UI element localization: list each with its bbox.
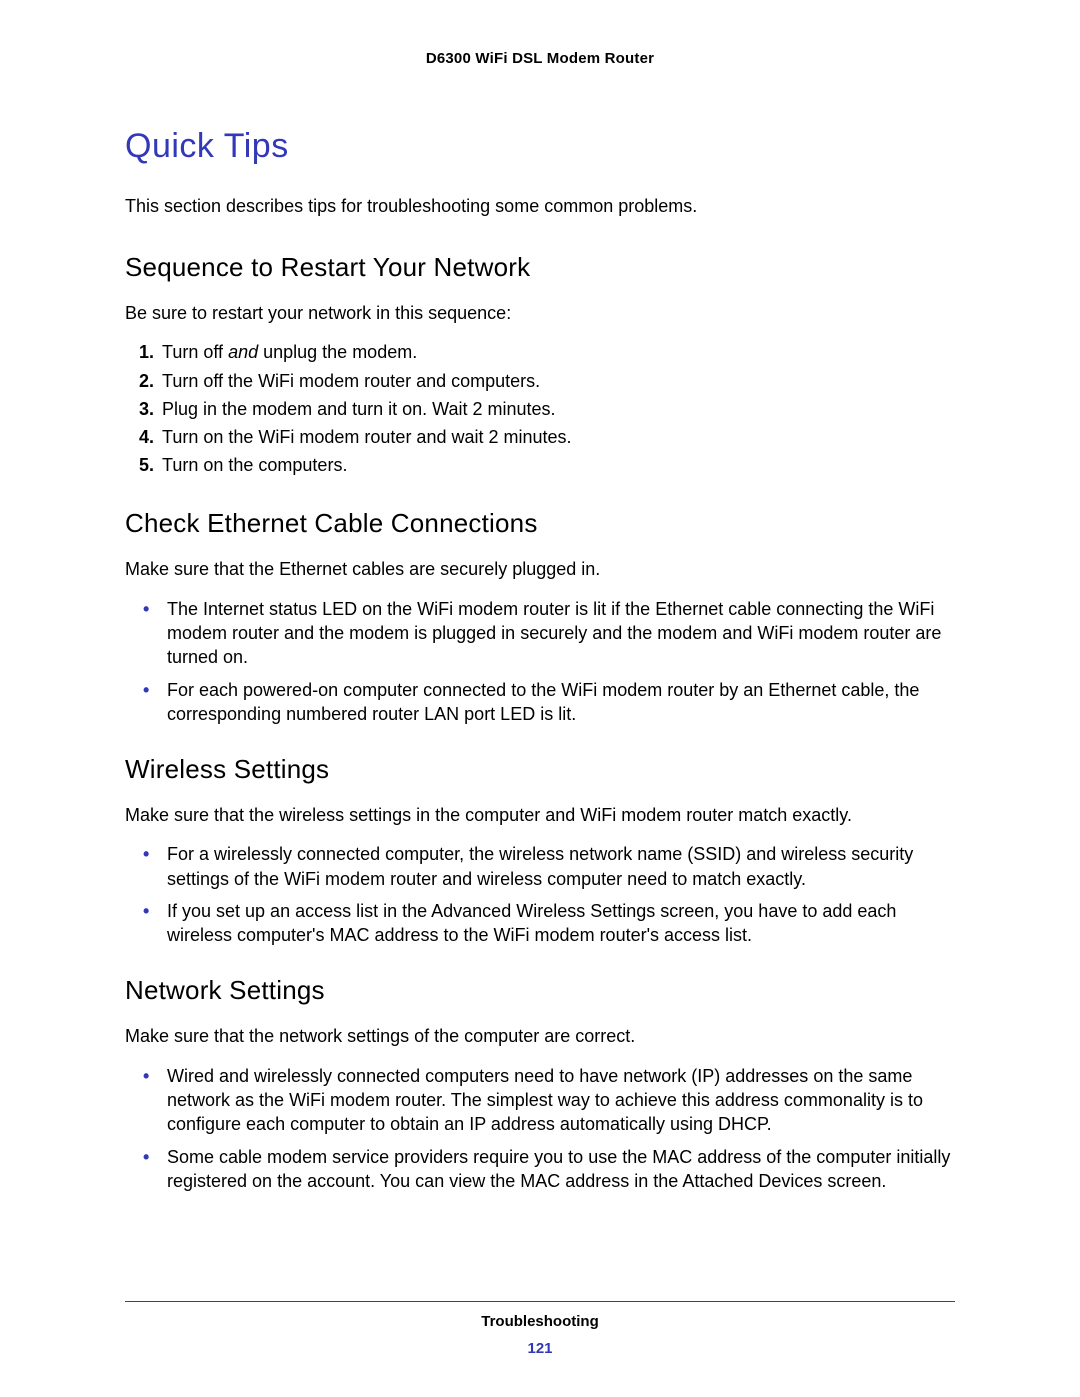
bullet-list-network: Wired and wirelessly connected computers… <box>139 1064 955 1193</box>
lead-ethernet: Make sure that the Ethernet cables are s… <box>125 557 955 582</box>
step-item: 4. Turn on the WiFi modem router and wait… <box>139 425 955 450</box>
footer-divider <box>125 1301 955 1302</box>
intro-paragraph: This section describes tips for troubles… <box>125 194 955 218</box>
heading-network: Network Settings <box>125 975 955 1006</box>
step-number: 1. <box>139 342 154 362</box>
manual-page: D6300 WiFi DSL Modem Router Quick Tips T… <box>0 0 1080 1397</box>
step-item: 5. Turn on the computers. <box>139 453 955 478</box>
header-product-name: D6300 WiFi DSL Modem Router <box>125 50 955 67</box>
step-number: 5. <box>139 455 154 475</box>
bullet-item: For each powered-on computer connected t… <box>139 678 955 727</box>
steps-list: 1. Turn off and unplug the modem. 2. Turn … <box>139 340 955 478</box>
step-text: Turn on the WiFi modem router and wait 2… <box>162 427 572 447</box>
heading-ethernet: Check Ethernet Cable Connections <box>125 508 955 539</box>
bullet-item: The Internet status LED on the WiFi mode… <box>139 597 955 670</box>
step-text: Plug in the modem and turn it on. Wait 2… <box>162 399 556 419</box>
footer-page-number: 121 <box>0 1340 1080 1357</box>
bullet-item: Wired and wirelessly connected computers… <box>139 1064 955 1137</box>
footer-section-name: Troubleshooting <box>0 1313 1080 1330</box>
step-number: 3. <box>139 399 154 419</box>
step-item: 2. Turn off the WiFi modem router and com… <box>139 369 955 394</box>
heading-wireless: Wireless Settings <box>125 754 955 785</box>
bullet-list-ethernet: The Internet status LED on the WiFi mode… <box>139 597 955 726</box>
bullet-list-wireless: For a wirelessly connected computer, the… <box>139 842 955 947</box>
step-number: 4. <box>139 427 154 447</box>
step-text: Turn on the computers. <box>162 455 347 475</box>
step-text: Turn off the WiFi modem router and compu… <box>162 371 540 391</box>
lead-network: Make sure that the network settings of t… <box>125 1024 955 1049</box>
page-footer: Troubleshooting 121 <box>0 1313 1080 1357</box>
lead-sequence: Be sure to restart your network in this … <box>125 301 955 326</box>
bullet-item: Some cable modem service providers requi… <box>139 1145 955 1194</box>
bullet-item: If you set up an access list in the Adva… <box>139 899 955 948</box>
step-number: 2. <box>139 371 154 391</box>
step-text: Turn off and unplug the modem. <box>162 342 417 362</box>
lead-wireless: Make sure that the wireless settings in … <box>125 803 955 828</box>
bullet-item: For a wirelessly connected computer, the… <box>139 842 955 891</box>
step-item: 3. Plug in the modem and turn it on. Wait… <box>139 397 955 422</box>
step-item: 1. Turn off and unplug the modem. <box>139 340 955 365</box>
heading-sequence: Sequence to Restart Your Network <box>125 252 955 283</box>
page-title: Quick Tips <box>125 127 955 166</box>
